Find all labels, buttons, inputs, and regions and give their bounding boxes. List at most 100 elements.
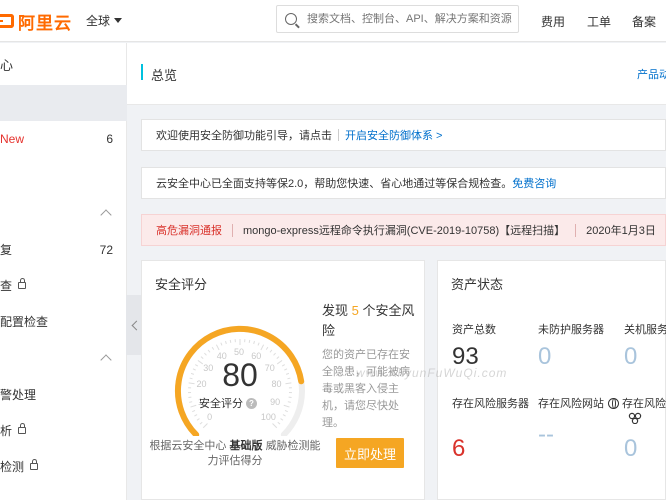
- card-title: 安全评分: [155, 277, 208, 292]
- handle-now-button[interactable]: 立即处理: [336, 438, 404, 468]
- gauge-tick: [253, 340, 255, 345]
- gauge-tick-label: 80: [271, 379, 282, 390]
- compliance-text: 云安全中心已全面支持等保2.0，帮助您快速、省心地通过等保合规检查。: [156, 178, 513, 190]
- edition-label: 基础版: [229, 440, 263, 452]
- alert-date: 2020年1月3日: [586, 225, 656, 237]
- shutdown-servers-label: 关机服务: [624, 324, 666, 336]
- unprotected-servers-value[interactable]: 0: [538, 343, 551, 371]
- gauge-tick: [280, 418, 284, 421]
- gauge-tick: [284, 410, 288, 413]
- gauge-tick: [272, 423, 278, 429]
- gauge-tick-label: 50: [234, 347, 245, 357]
- caret-down-icon: [114, 18, 123, 23]
- guide-text: 欢迎使用安全防御功能引导，请点击: [156, 130, 332, 142]
- aliyun-logo[interactable]: 阿里云: [0, 11, 72, 33]
- title-accent-bar: [141, 64, 143, 80]
- sidebar-item-new[interactable]: New 6: [0, 132, 127, 146]
- chevron-up-icon[interactable]: [100, 209, 112, 221]
- gauge-tick: [276, 356, 280, 359]
- search-input[interactable]: [307, 13, 512, 25]
- gauge-tick: [284, 368, 288, 371]
- gauge-tick: [287, 401, 291, 403]
- sidebar-item-overview[interactable]: [0, 85, 127, 121]
- gauge-tick: [285, 372, 290, 375]
- gauge-tick: [273, 352, 276, 356]
- gauge-tick: [188, 382, 195, 385]
- gauge-tick: [207, 349, 211, 353]
- sidebar-item-alert-handling[interactable]: 警处理: [0, 386, 36, 403]
- asset-status-card: 资产状态 资产总数 93 未防护服务器 0 关机服务 0 存在风险服务器 6 存…: [437, 260, 666, 500]
- gauge-tick: [276, 360, 283, 365]
- top-bar: 阿里云 全球 费用 工单 备案: [0, 0, 666, 42]
- score-label: 安全评分 ?: [199, 395, 257, 411]
- gauge-tick: [277, 421, 281, 425]
- aliyun-logo-icon: [0, 14, 14, 28]
- gauge-tick: [204, 352, 207, 356]
- chevron-up-icon[interactable]: [100, 354, 112, 366]
- product-updates-link[interactable]: 产品动: [637, 66, 666, 82]
- gauge-tick: [220, 342, 223, 346]
- logo-text: 阿里云: [18, 13, 72, 33]
- gauge-tick: [192, 368, 196, 371]
- risk-other-label: 存在风险: [608, 395, 666, 411]
- gauge-tick: [265, 346, 269, 350]
- gauge-tick: [269, 349, 273, 353]
- footnote-prefix: 根据云安全中心: [149, 440, 227, 452]
- sidebar-item-label: 复: [0, 243, 13, 257]
- chevron-left-icon: [131, 320, 142, 330]
- gauge-tick: [190, 372, 195, 375]
- gauge-tick: [192, 410, 196, 413]
- gauge-tick: [225, 340, 227, 345]
- sidebar-item-analysis[interactable]: 析: [0, 422, 27, 439]
- sidebar-item-baseline-check[interactable]: 查: [0, 277, 27, 294]
- total-assets-label: 资产总数: [452, 324, 496, 336]
- gauge-tick-label: 100: [260, 411, 276, 422]
- unprotected-servers-label: 未防护服务器: [538, 324, 604, 336]
- alert-message[interactable]: mongo-express远程命令执行漏洞(CVE-2019-10758)【远程…: [243, 222, 565, 238]
- gauge-tick: [189, 401, 193, 403]
- free-consult-link[interactable]: 免费咨询: [512, 175, 556, 191]
- sidebar: 心 New 6 复 72 查 配置检查 警处理 析 检测: [0, 43, 127, 500]
- divider: [338, 129, 339, 141]
- divider: [575, 223, 577, 237]
- guide-notice: 欢迎使用安全防御功能引导，请点击 开启安全防御体系 >: [141, 119, 666, 151]
- gauge-tick: [283, 404, 290, 408]
- nav-icp-filing[interactable]: 备案: [632, 13, 656, 30]
- security-score-card: 安全评分 0 10 20 30 40 50 60 70 80 90 100 80 安全评分 ? 根据…: [141, 260, 425, 500]
- gauge-tick: [199, 421, 203, 425]
- risk-sites-value[interactable]: --: [538, 421, 554, 449]
- region-selector[interactable]: 全球: [86, 12, 123, 29]
- sidebar-item-detection[interactable]: 检测: [0, 458, 39, 475]
- page-header: 总览 产品动: [127, 43, 666, 105]
- compliance-notice: 云安全中心已全面支持等保2.0，帮助您快速、省心地通过等保合规检查。 免费咨询: [141, 167, 666, 199]
- gauge-tick: [281, 364, 286, 367]
- gauge-tick: [194, 414, 198, 417]
- globe-icon: [608, 397, 619, 409]
- lock-icon: [18, 278, 27, 289]
- sidebar-item-count: 72: [99, 242, 113, 257]
- gauge-tick: [211, 346, 215, 350]
- search-box[interactable]: [276, 5, 519, 33]
- lock-icon: [18, 423, 27, 434]
- search-icon: [285, 13, 297, 25]
- shutdown-servers-value[interactable]: 0: [624, 343, 637, 371]
- risk-other-label-text: 存在风险: [622, 398, 666, 410]
- link-icon: [628, 412, 642, 424]
- nav-billing[interactable]: 费用: [541, 13, 565, 30]
- enable-defense-link[interactable]: 开启安全防御体系 >: [345, 127, 442, 143]
- sidebar-item-config-check[interactable]: 配置检查: [0, 313, 48, 330]
- lock-icon: [30, 459, 39, 470]
- risk-sites-label: 存在风险网站: [538, 398, 604, 410]
- vuln-alert-banner[interactable]: 高危漏洞通报 mongo-express远程命令执行漏洞(CVE-2019-10…: [141, 214, 666, 246]
- sidebar-item-vuln-fix[interactable]: 复 72: [0, 241, 127, 258]
- new-badge: New: [0, 132, 25, 146]
- risk-other-value[interactable]: 0: [624, 435, 637, 463]
- risk-servers-value[interactable]: 6: [452, 435, 465, 463]
- nav-tickets[interactable]: 工单: [587, 13, 611, 30]
- risk-servers-label: 存在风险服务器: [452, 398, 529, 410]
- gauge-tick: [194, 364, 199, 367]
- region-label: 全球: [86, 14, 111, 28]
- gauge-tick: [285, 382, 292, 385]
- help-icon[interactable]: ?: [246, 397, 257, 409]
- sidebar-item-label: 警处理: [0, 388, 37, 402]
